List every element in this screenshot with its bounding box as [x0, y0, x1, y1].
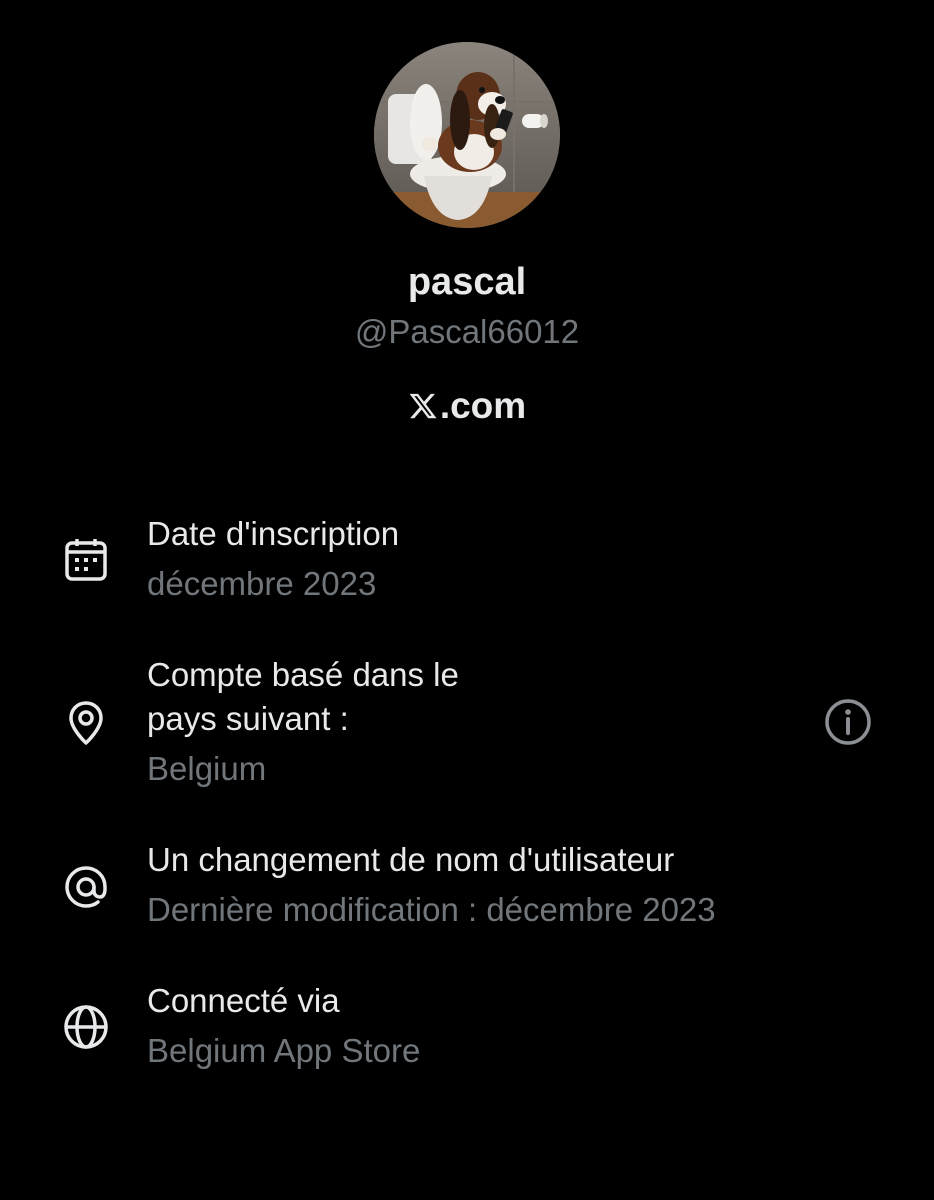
detail-value: Belgium App Store	[147, 1032, 421, 1069]
detail-title: Compte basé dans le pays suivant :	[147, 656, 459, 737]
location-pin-icon	[62, 699, 110, 747]
detail-value: Dernière modification : décembre 2023	[147, 891, 716, 928]
info-icon[interactable]	[823, 697, 873, 747]
at-sign-icon	[62, 863, 110, 911]
site-label: .com	[0, 382, 934, 433]
detail-title: Connecté via	[147, 982, 340, 1019]
detail-value: Belgium	[147, 750, 267, 787]
avatar[interactable]	[374, 42, 560, 228]
detail-value: décembre 2023	[147, 565, 377, 602]
avatar-image	[374, 42, 560, 228]
x-logo-icon	[408, 385, 438, 433]
calendar-icon	[62, 536, 110, 584]
detail-title: Date d'inscription	[147, 515, 400, 552]
detail-title: Un changement de nom d'utilisateur	[147, 841, 675, 878]
display-name: pascal	[407, 261, 527, 303]
username-handle: @Pascal66012	[354, 313, 580, 350]
globe-icon	[62, 1003, 110, 1051]
site-suffix: .com	[439, 385, 527, 426]
